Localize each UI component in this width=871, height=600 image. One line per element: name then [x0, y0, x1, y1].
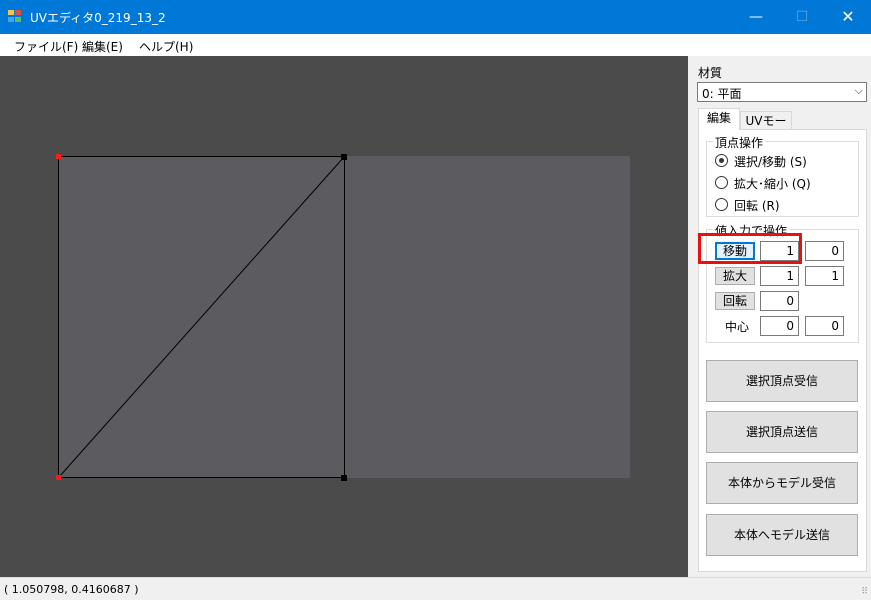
send-model-button[interactable]: 本体へモデル送信: [706, 514, 858, 556]
chevron-down-icon: ⌵: [854, 84, 863, 97]
uv-vertex-top-left[interactable]: [56, 154, 61, 159]
uv-canvas-drawing[interactable]: [0, 56, 688, 577]
menu-file[interactable]: ファイル(F): [14, 38, 78, 55]
receive-selected-vertices-button[interactable]: 選択頂点受信: [706, 360, 858, 402]
scale-button[interactable]: 拡大: [715, 267, 755, 285]
side-panel: 材質 0: 平面 ⌵ 編集 UVモーフ 頂点操作 選択/移動 (S) 拡大･縮小…: [688, 56, 871, 577]
material-label: 材質: [698, 66, 723, 80]
app-icon: [8, 10, 22, 23]
highlight-annotation-box: [698, 233, 802, 264]
material-value: 0: 平面: [702, 87, 742, 101]
menu-edit[interactable]: 編集(E): [82, 38, 123, 55]
uv-vertex-top-right[interactable]: [341, 154, 347, 160]
radio-scale-label: 拡大･縮小 (Q): [734, 177, 811, 191]
rotate-button[interactable]: 回転: [715, 292, 755, 310]
material-dropdown[interactable]: 0: 平面 ⌵: [697, 82, 867, 102]
center-x-input[interactable]: 0: [760, 316, 799, 336]
radio-circle: [715, 198, 728, 211]
edit-tab-page: 頂点操作 選択/移動 (S) 拡大･縮小 (Q) 回転 (R) 値入力で操作 移…: [698, 129, 867, 572]
close-button[interactable]: ✕: [825, 0, 871, 34]
move-y-input[interactable]: 0: [805, 241, 844, 261]
rotate-input[interactable]: 0: [760, 291, 799, 311]
scale-x-input[interactable]: 1: [760, 266, 799, 286]
resize-grip-icon[interactable]: ⠿: [861, 587, 868, 597]
radio-circle: [715, 176, 728, 189]
tab-uv-morph[interactable]: UVモーフ: [740, 111, 792, 146]
scale-y-input[interactable]: 1: [805, 266, 844, 286]
menu-bar: ファイル(F) 編集(E) ヘルプ(H): [0, 34, 871, 56]
radio-rotate-label: 回転 (R): [734, 199, 780, 213]
window-title: UVエディタ0_219_13_2: [30, 11, 166, 25]
radio-select-move-label: 選択/移動 (S): [734, 155, 807, 169]
tab-edit[interactable]: 編集: [698, 108, 740, 130]
uv-vertex-bottom-left[interactable]: [56, 475, 61, 480]
center-y-input[interactable]: 0: [805, 316, 844, 336]
receive-model-button[interactable]: 本体からモデル受信: [706, 462, 858, 504]
uv-vertex-bottom-right[interactable]: [341, 475, 347, 481]
vertex-operation-group: 頂点操作 選択/移動 (S) 拡大･縮小 (Q) 回転 (R): [706, 134, 859, 217]
menu-help[interactable]: ヘルプ(H): [139, 38, 193, 55]
minimize-button[interactable]: —: [733, 0, 779, 34]
radio-selected-dot: [719, 158, 724, 163]
vertex-operation-title: 頂点操作: [713, 134, 766, 151]
center-label: 中心: [725, 320, 750, 334]
cursor-coordinates: ( 1.050798, 0.4160687 ): [4, 583, 139, 596]
title-bar: UVエディタ0_219_13_2 — ☐ ✕: [0, 0, 871, 34]
radio-circle: [715, 154, 728, 167]
send-selected-vertices-button[interactable]: 選択頂点送信: [706, 411, 858, 453]
status-bar: ( 1.050798, 0.4160687 ) ⠿: [0, 577, 871, 600]
maximize-button[interactable]: ☐: [779, 0, 825, 34]
uv-canvas[interactable]: [0, 56, 688, 577]
